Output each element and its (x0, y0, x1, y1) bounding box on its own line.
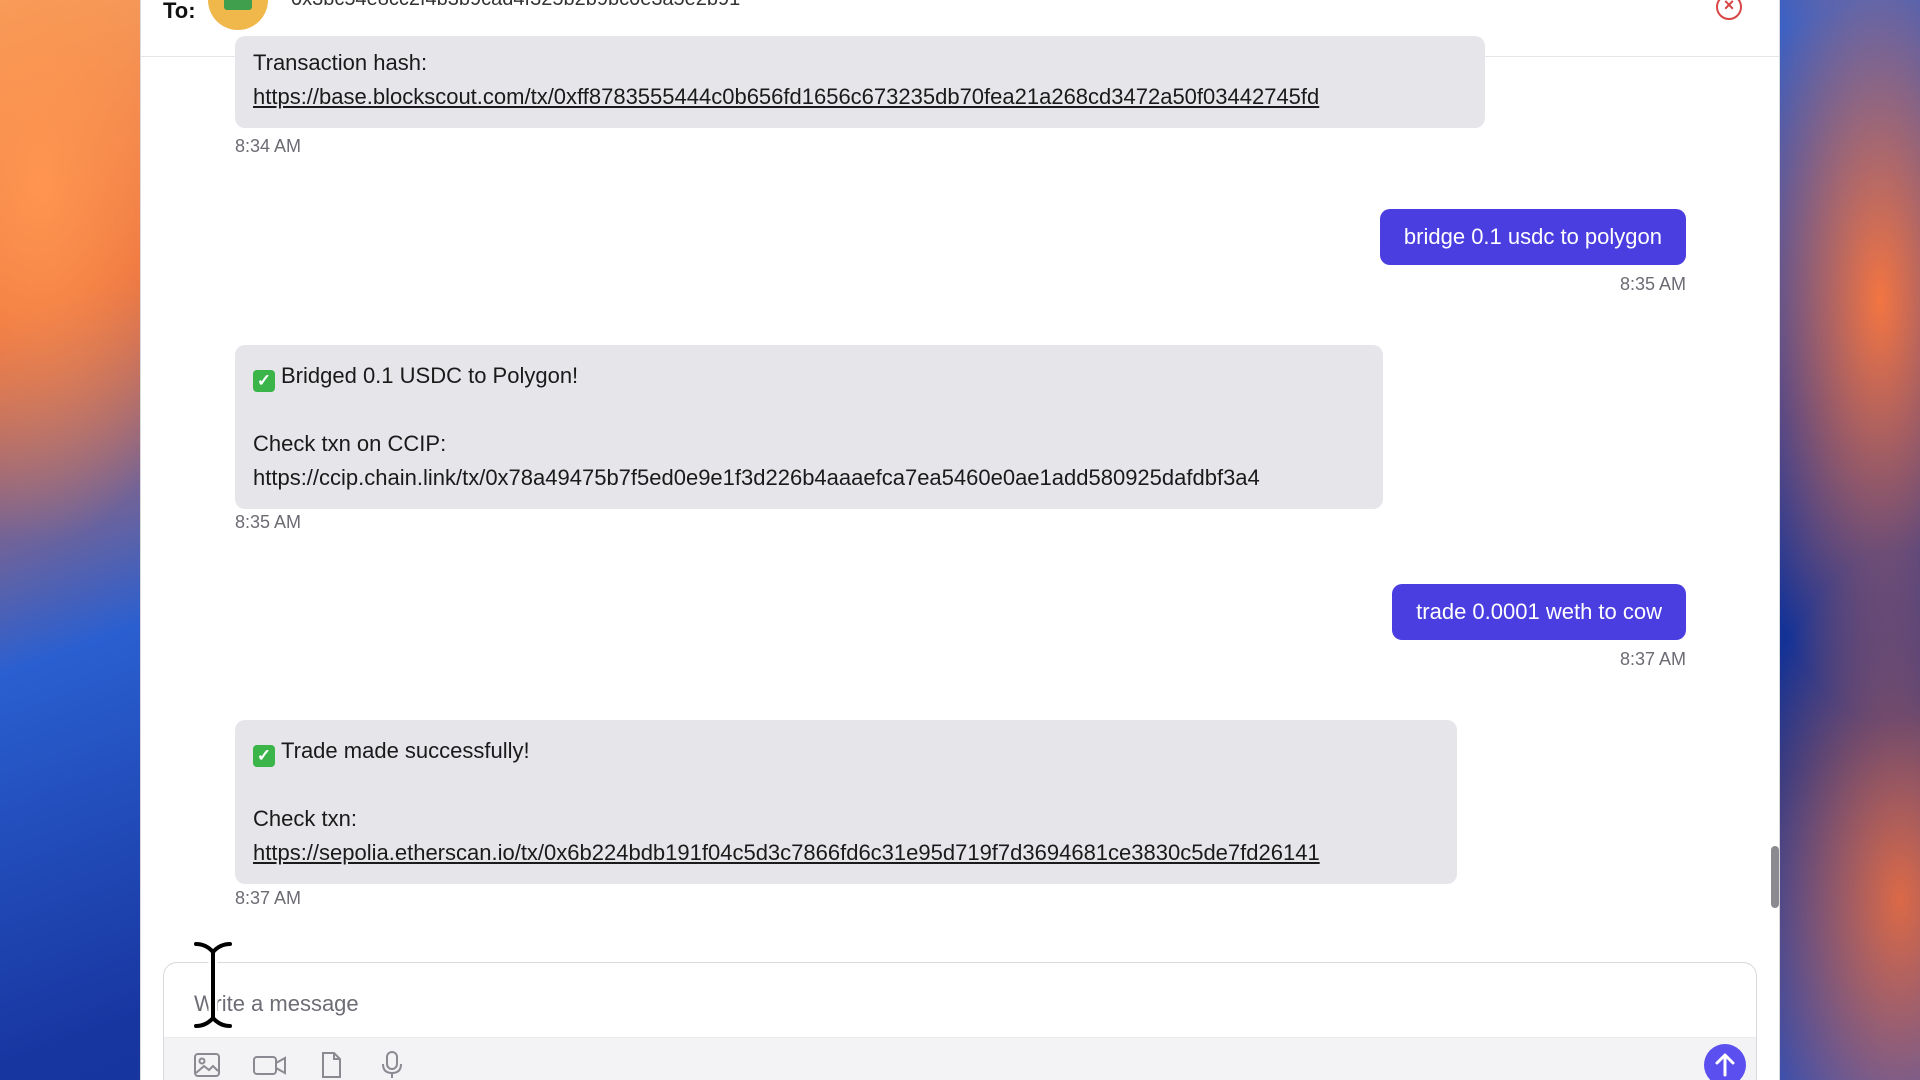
video-icon[interactable] (252, 1050, 288, 1080)
to-label: To: (163, 0, 196, 23)
message-timestamp: 8:35 AM (235, 512, 302, 532)
incoming-message: ✓ Bridged 0.1 USDC to Polygon! Check txn … (235, 345, 1383, 509)
close-icon[interactable]: × (1716, 0, 1742, 20)
scrollbar-thumb[interactable] (1771, 846, 1779, 908)
message-label: Check txn: (253, 806, 357, 831)
message-title: Bridged 0.1 USDC to Polygon! (281, 363, 579, 388)
message-timestamp: 8:37 AM (235, 888, 302, 908)
message-label: Check txn on CCIP: (253, 431, 447, 456)
image-icon[interactable] (192, 1050, 222, 1080)
message-title: Trade made successfully! (281, 738, 530, 763)
check-icon: ✓ (253, 370, 275, 392)
incoming-message: ✓ Trade made successfully! Check txn: htt… (235, 720, 1457, 884)
arrow-up-icon (1715, 1053, 1735, 1077)
message-input[interactable] (192, 983, 1596, 1025)
chat-window: To: 0x3bc54e8cc2f4b3b9cad4f325b2b9bc0e3a… (140, 0, 1780, 1080)
recipient-address: 0x3bc54e8cc2f4b3b9cad4f325b2b9bc0e3a5e2b… (291, 0, 740, 11)
message-composer (163, 962, 1757, 1080)
recipient-avatar[interactable] (208, 0, 268, 30)
composer-toolbar (164, 1037, 1756, 1080)
message-list[interactable]: Transaction hash: https://base.blockscou… (141, 36, 1779, 956)
etherscan-link[interactable]: https://sepolia.etherscan.io/tx/0x6b224b… (253, 840, 1320, 865)
ccip-url: https://ccip.chain.link/tx/0x78a49475b7f… (253, 465, 1260, 490)
message-timestamp: 8:35 AM (1619, 274, 1686, 294)
incoming-message: Transaction hash: https://base.blockscou… (235, 36, 1485, 128)
message-timestamp: 8:37 AM (1619, 649, 1686, 669)
outgoing-message: bridge 0.1 usdc to polygon (1379, 209, 1686, 265)
transaction-link[interactable]: https://base.blockscout.com/tx/0xff87835… (253, 84, 1319, 109)
file-icon[interactable] (316, 1050, 346, 1080)
check-icon: ✓ (253, 745, 275, 767)
outgoing-message: trade 0.0001 weth to cow (1392, 584, 1686, 640)
message-label: Transaction hash: (253, 50, 428, 75)
send-button[interactable] (1704, 1044, 1746, 1080)
message-timestamp: 8:34 AM (235, 136, 302, 156)
microphone-icon[interactable] (377, 1050, 407, 1080)
